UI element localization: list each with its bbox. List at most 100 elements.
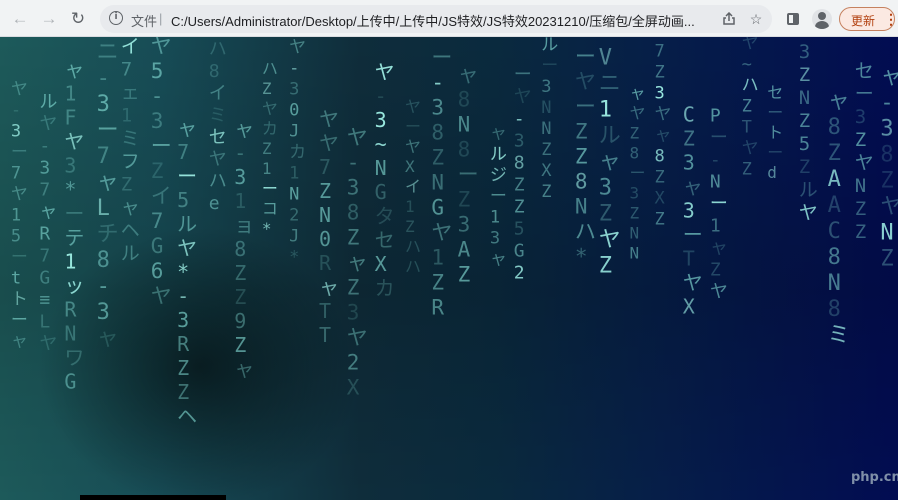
star-icon[interactable]: ☆ xyxy=(747,10,765,28)
rain-glyph: - xyxy=(97,66,110,91)
rain-column: ャ8ZAAC8N8ミ xyxy=(828,89,850,348)
rain-glyph: Z xyxy=(855,129,866,151)
rain-glyph: 3 xyxy=(234,165,246,189)
rain-glyph: A xyxy=(458,237,471,261)
rain-glyph: ャ xyxy=(319,275,339,299)
rain-glyph: Z xyxy=(655,168,665,188)
account-icon xyxy=(812,9,832,29)
rain-glyph: Z xyxy=(234,261,246,285)
rain-glyph: ャ xyxy=(683,175,703,199)
rain-glyph: ヤ xyxy=(177,236,197,260)
rain-glyph: ヤ xyxy=(799,37,818,40)
rain-glyph: 3 xyxy=(97,300,110,325)
rain-glyph: A xyxy=(828,167,841,192)
rain-glyph: T xyxy=(742,117,752,137)
share-icon[interactable] xyxy=(720,10,738,28)
rain-glyph: ヤ xyxy=(630,103,646,122)
rain-glyph: 8 xyxy=(880,142,893,167)
rain-glyph: Z xyxy=(575,119,588,143)
arrow-left-icon: ← xyxy=(11,9,29,28)
rain-glyph: 5 xyxy=(11,226,21,246)
rain-glyph: カ xyxy=(262,119,278,138)
rain-column: Pー-Nー1ャZヤ xyxy=(710,105,728,302)
side-panel-button[interactable] xyxy=(782,8,804,30)
rain-glyph: ー xyxy=(11,247,28,267)
rain-glyph: 5 xyxy=(177,188,189,212)
rain-glyph: ジ xyxy=(490,166,507,186)
rain-glyph: ャ xyxy=(599,149,621,174)
rain-glyph: セ xyxy=(767,83,783,102)
rain-glyph: 8 xyxy=(828,297,841,322)
rain-glyph: 7 xyxy=(151,209,164,233)
address-bar[interactable]: i 文件 | C:/Users/Administrator/Desktop/上传… xyxy=(100,5,772,33)
rain-glyph: t xyxy=(11,268,21,288)
rain-glyph: Z xyxy=(880,246,893,271)
rain-glyph: Z xyxy=(828,141,841,166)
rain-glyph: * xyxy=(575,244,588,268)
rain-glyph: Z xyxy=(683,127,695,151)
rain-glyph: ャ xyxy=(828,89,850,114)
rain-glyph: 1 xyxy=(405,197,415,216)
rain-glyph: ャ xyxy=(458,62,479,86)
rain-glyph: ャ xyxy=(655,126,672,146)
rain-glyph: ヤ xyxy=(575,69,596,93)
file-label: 文件 xyxy=(131,14,158,29)
rain-glyph: X xyxy=(541,161,552,181)
rain-glyph: Z xyxy=(575,144,588,168)
rain-glyph: 3 xyxy=(514,131,525,152)
rain-glyph: ャ xyxy=(64,58,84,82)
rain-glyph: ャ xyxy=(97,326,119,351)
rain-glyph: Z xyxy=(121,174,132,196)
info-icon[interactable]: i xyxy=(109,11,123,25)
rain-glyph: Z xyxy=(514,175,525,196)
rain-glyph: X xyxy=(347,375,360,399)
rain-glyph: ヤ xyxy=(11,184,28,204)
rain-glyph: ー xyxy=(490,187,507,207)
rain-glyph: - xyxy=(234,141,246,165)
rain-glyph: ヤ xyxy=(655,105,672,125)
rain-glyph: P xyxy=(710,105,721,126)
rain-glyph: ー xyxy=(11,310,28,330)
rain-glyph: 3 xyxy=(655,84,665,104)
url-text[interactable]: C:/Users/Administrator/Desktop/上传中/上传中/J… xyxy=(171,11,719,30)
rain-column: ー-38ZNGヤ1ZR xyxy=(431,46,452,320)
rain-glyph: ミ xyxy=(209,105,227,126)
rain-glyph: 3 xyxy=(799,41,810,63)
back-button[interactable]: ← xyxy=(9,8,31,30)
rain-glyph: セ xyxy=(375,228,395,252)
rain-glyph: ー xyxy=(405,117,421,136)
rain-glyph: X xyxy=(655,189,666,209)
rain-glyph: 5 xyxy=(514,219,525,240)
rain-glyph: ニ xyxy=(97,40,119,65)
rain-glyph: - xyxy=(431,71,444,95)
rain-glyph: 5 xyxy=(151,59,164,83)
rain-column: ャヤZ8ー3ZNN xyxy=(630,83,646,262)
forward-button[interactable]: → xyxy=(38,8,60,30)
rain-glyph: ャ xyxy=(655,37,672,41)
rain-glyph: L xyxy=(39,312,50,333)
profile-button[interactable] xyxy=(811,8,833,30)
rain-column: ニハ8イミセヤハe xyxy=(209,37,227,214)
rain-glyph: * xyxy=(64,178,76,202)
matrix-rain: ヤ-3ー7ヤ15ーtトーャルヤ-37ャR7G≡Lヤャ1Fヤ3*ーテ1ッRNワGニ… xyxy=(11,37,898,428)
reload-button[interactable]: ↻ xyxy=(67,8,89,30)
rain-glyph: Z xyxy=(880,168,893,193)
rain-glyph: Z xyxy=(630,203,640,222)
rain-glyph: N xyxy=(375,156,387,180)
rain-glyph: R xyxy=(39,224,50,245)
update-button[interactable]: 更新 ⋮ xyxy=(839,7,898,31)
rain-glyph: 2 xyxy=(289,205,299,225)
rain-glyph: T xyxy=(319,299,331,323)
rain-glyph: ヤ xyxy=(431,221,452,245)
taskbar-fragment xyxy=(80,495,226,500)
rain-column: ヤ-3~NGタセXカ xyxy=(375,60,395,300)
kebab-menu-icon[interactable]: ⋮ xyxy=(884,12,898,26)
arrow-right-icon: → xyxy=(40,9,58,28)
rain-glyph: ハ xyxy=(209,171,227,192)
rain-glyph: テ xyxy=(64,226,84,250)
rain-column: Vニ1ルャ3ZヤZ xyxy=(599,45,621,278)
rain-glyph: Z xyxy=(458,262,471,286)
rain-glyph: N xyxy=(799,87,810,109)
rain-glyph: ー xyxy=(541,56,558,76)
rain-glyph: 1 xyxy=(710,215,721,236)
